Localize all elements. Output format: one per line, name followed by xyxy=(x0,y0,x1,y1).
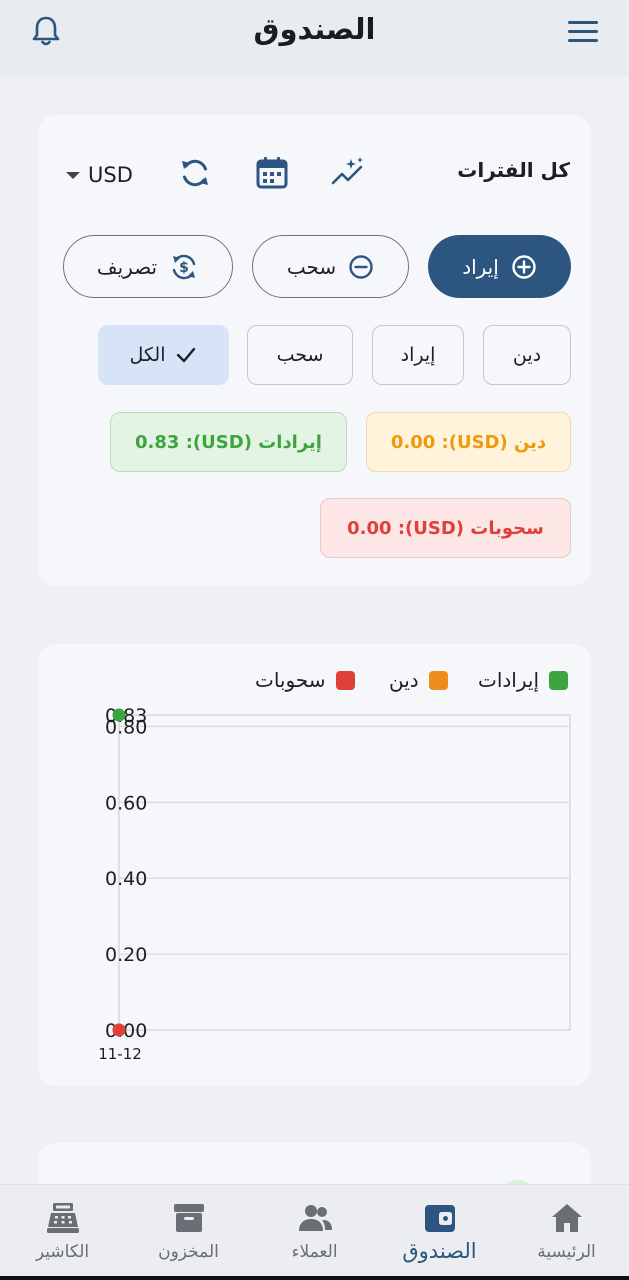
chip-label: إيراد xyxy=(400,344,436,366)
plot-frame xyxy=(118,714,571,1031)
add-income-button[interactable]: إيراد xyxy=(428,235,571,298)
nav-item-cashier[interactable]: الكاشير xyxy=(0,1185,125,1280)
chevron-down-icon xyxy=(66,171,80,179)
add-income-label: إيراد xyxy=(462,254,499,279)
cash-register-icon xyxy=(46,1203,79,1233)
legend-item-withdrawals: سحوبات xyxy=(255,668,355,692)
nav-item-inventory[interactable]: المخزون xyxy=(126,1185,251,1280)
legend-label: سحوبات xyxy=(255,668,326,692)
nav-item-cashbox[interactable]: الصندوق xyxy=(377,1185,502,1280)
filter-chip-withdraw[interactable]: سحب xyxy=(247,325,353,385)
nav-label: المخزون xyxy=(158,1242,219,1262)
legend-label: دين xyxy=(389,668,419,692)
exchange-button[interactable]: $ تصريف xyxy=(63,235,233,298)
check-icon xyxy=(177,347,196,363)
data-point xyxy=(112,708,126,722)
nav-item-customers[interactable]: العملاء xyxy=(252,1185,377,1280)
people-icon xyxy=(298,1205,332,1231)
app-bar: الصندوق xyxy=(0,0,629,75)
y-tick-label: 0.60 xyxy=(105,792,147,814)
plus-circle-icon xyxy=(512,254,536,279)
income-total-badge: إيرادات (USD): 0.83 xyxy=(110,412,347,472)
bottom-nav: الرئيسية الصندوق العملاء المخزون الكاشير xyxy=(0,1184,629,1280)
menu-icon[interactable] xyxy=(566,18,602,46)
filter-chip-debt[interactable]: دين xyxy=(483,325,571,385)
y-tick-label: 0.40 xyxy=(105,868,147,890)
home-icon xyxy=(551,1204,582,1232)
y-tick-label: 0.80 xyxy=(105,716,147,738)
wallet-icon xyxy=(424,1205,455,1232)
legend-swatch xyxy=(335,670,355,690)
calendar-icon[interactable] xyxy=(254,155,290,191)
nav-label: الرئيسية xyxy=(537,1242,596,1262)
svg-text:$: $ xyxy=(179,260,189,276)
chip-label: الكل xyxy=(129,344,166,366)
legend-label: إيرادات xyxy=(478,668,540,692)
withdraw-button[interactable]: سحب xyxy=(252,235,409,298)
nav-item-home[interactable]: الرئيسية xyxy=(504,1185,629,1280)
data-point xyxy=(112,1023,126,1037)
inventory-icon xyxy=(173,1204,204,1232)
legend-swatch xyxy=(428,670,448,690)
y-tick-label: 0.00 xyxy=(105,1020,147,1042)
nav-label: الصندوق xyxy=(402,1239,477,1263)
page-title: الصندوق xyxy=(253,12,376,46)
minus-circle-icon xyxy=(349,254,373,279)
nav-label: العملاء xyxy=(291,1242,338,1262)
system-gesture-bar xyxy=(0,1276,629,1280)
debt-total-badge: دين (USD): 0.00 xyxy=(366,412,571,472)
withdrawals-total-badge: سحوبات (USD): 0.00 xyxy=(320,498,571,558)
filter-chip-all[interactable]: الكل xyxy=(98,325,229,385)
legend-swatch xyxy=(549,670,569,690)
nav-label: الكاشير xyxy=(35,1242,90,1262)
chip-label: دين xyxy=(512,344,542,366)
refresh-icon[interactable] xyxy=(177,155,213,191)
exchange-label: تصريف xyxy=(96,254,158,279)
withdraw-label: سحب xyxy=(286,254,337,279)
y-tick-label: 0.20 xyxy=(105,944,147,966)
chip-label: سحب xyxy=(276,344,324,366)
line-chart: 0.830.800.600.400.200.0011-12 xyxy=(98,705,571,1063)
magic-chart-icon[interactable] xyxy=(329,155,365,191)
period-label[interactable]: كل الفترات xyxy=(420,158,570,182)
currency-exchange-icon: $ xyxy=(172,254,196,279)
bell-icon[interactable] xyxy=(28,14,64,50)
currency-dropdown[interactable]: USD xyxy=(66,158,156,192)
filter-chip-income[interactable]: إيراد xyxy=(372,325,464,385)
legend-item-income: إيرادات xyxy=(478,668,569,692)
x-tick-label: 11-12 xyxy=(98,1045,142,1063)
legend-item-debt: دين xyxy=(389,668,448,692)
currency-code: USD xyxy=(88,163,133,187)
